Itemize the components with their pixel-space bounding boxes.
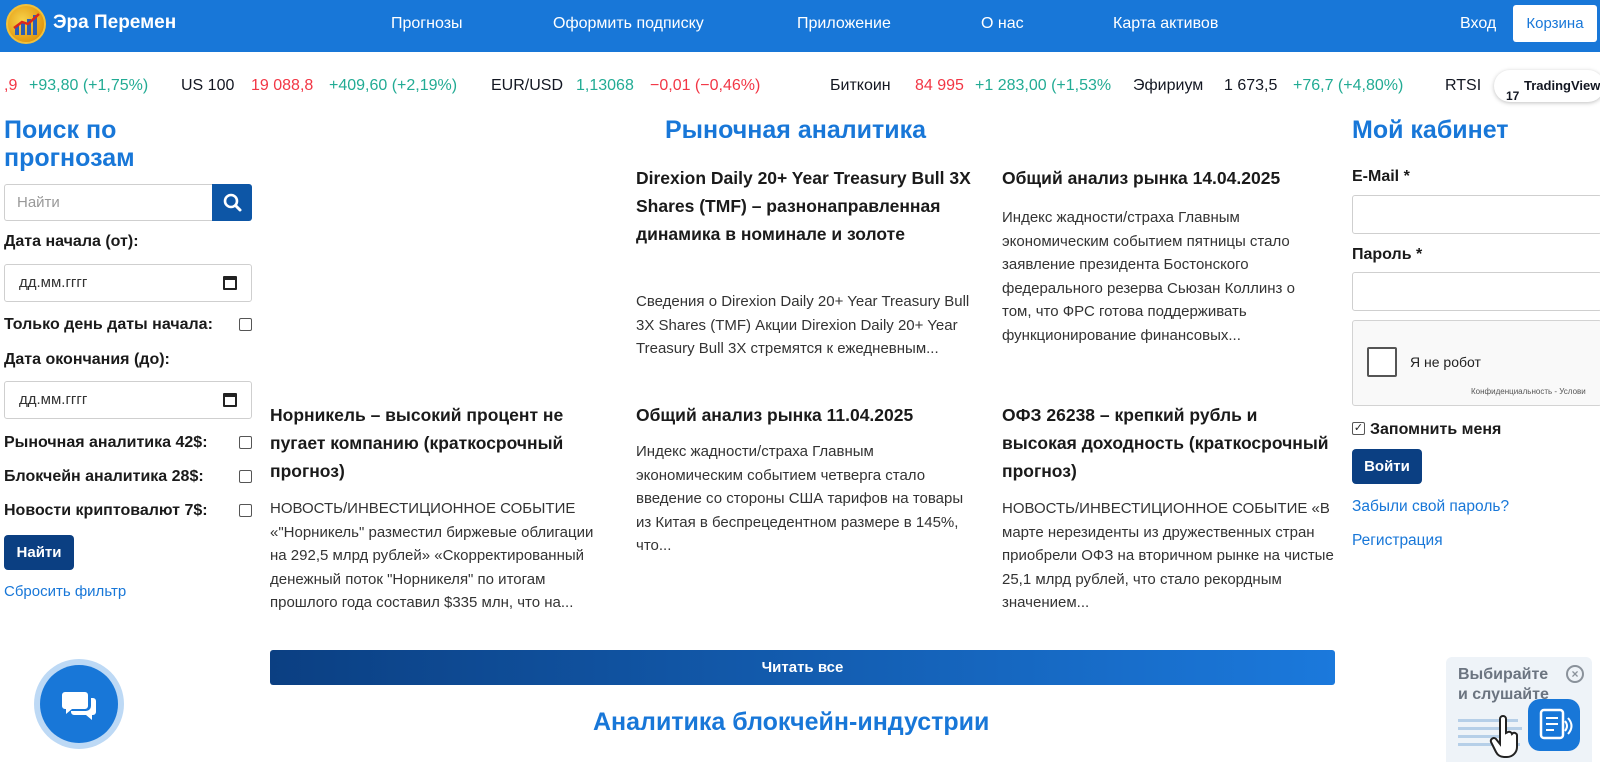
recaptcha-checkbox[interactable] (1367, 347, 1397, 377)
find-button[interactable]: Найти (4, 535, 74, 570)
ticker-price: 1 673,5 (1224, 77, 1278, 94)
remember-checkbox[interactable]: ✓ (1352, 422, 1365, 435)
read-all-button[interactable]: Читать все (270, 650, 1335, 685)
ticker-tape: ,9 +93,80 (+1,75%) US 100 19 088,8 +409,… (0, 66, 1600, 96)
nav-forecasts[interactable]: Прогнозы (391, 15, 463, 33)
ticker-price: ,9 (4, 77, 18, 94)
login-link[interactable]: Вход (1460, 15, 1496, 33)
ticker-change: +1 283,00 (+1,53% (975, 77, 1112, 94)
search-title: Поиск по прогнозам (4, 116, 135, 172)
ticker-change: +93,80 (+1,75%) (29, 77, 149, 94)
blockchain-title: Аналитика блокчейн-индустрии (593, 708, 990, 736)
calendar-icon[interactable] (223, 393, 237, 407)
close-icon[interactable]: × (1566, 665, 1584, 683)
ticker-price: 19 088,8 (251, 77, 314, 94)
date-placeholder: дд.мм.гггг (19, 274, 88, 291)
chat-icon (62, 692, 96, 720)
search-icon (223, 193, 242, 212)
article-excerpt: НОВОСТЬ/ИНВЕСТИЦИОННОЕ СОБЫТИЕ «"Норнике… (270, 500, 594, 611)
nav-assets-map[interactable]: Карта активов (1113, 15, 1218, 33)
filter-blockchain-checkbox[interactable] (239, 470, 252, 483)
filter-market-checkbox[interactable] (239, 436, 252, 449)
article-title[interactable]: Direxion Daily 20+ Year Treasury Bull 3X… (636, 164, 976, 248)
nav-app[interactable]: Приложение (797, 15, 891, 33)
ticker-name[interactable]: RTSI (1445, 77, 1481, 95)
only-start-day-checkbox[interactable] (239, 318, 252, 331)
ticker-change: −0,01 (−0,46%) (650, 77, 761, 94)
end-date-input[interactable]: дд.мм.гггг (4, 381, 252, 419)
only-start-day-label: Только день даты начала: (4, 316, 213, 333)
login-button[interactable]: Войти (1352, 449, 1422, 484)
ticker-price: 1,13068 (576, 77, 634, 94)
voice-widget-line: Выбирайте (1458, 666, 1549, 683)
end-date-label: Дата окончания (до): (4, 351, 170, 368)
remember-label: Запомнить меня (1370, 421, 1502, 438)
cart-button[interactable]: Корзина (1513, 5, 1597, 42)
recaptcha: Я не робот Конфиденциальность - Услови (1352, 320, 1600, 406)
recaptcha-label: Я не робот (1410, 354, 1481, 370)
ticker-change: +76,7 (+4,80%) (1293, 77, 1404, 94)
password-field[interactable] (1352, 272, 1600, 311)
article-title[interactable]: ОФЗ 26238 – крепкий рубль и высокая дохо… (1002, 401, 1332, 485)
ticker-name[interactable]: US 100 (181, 77, 234, 95)
start-date-input[interactable]: дд.мм.гггг (4, 264, 252, 302)
filter-market-label: Рыночная аналитика 42$: (4, 434, 208, 451)
article-title[interactable]: Норникель – высокий процент не пугает ко… (270, 401, 610, 485)
email-label: E-Mail * (1352, 168, 1410, 185)
tradingview-badge[interactable]: 17 TradingView (1494, 70, 1600, 103)
market-title: Рыночная аналитика (665, 116, 927, 144)
ticker-name[interactable]: Эфириум (1133, 77, 1203, 95)
chat-button[interactable] (40, 665, 118, 743)
brand-name[interactable]: Эра Перемен (53, 12, 176, 34)
search-button[interactable] (212, 184, 252, 221)
ticker-price: 84 995 (915, 77, 964, 94)
logo-icon[interactable] (6, 4, 46, 44)
cabinet-title: Мой кабинет (1352, 116, 1509, 144)
filter-crypto-label: Новости криптовалют 7$: (4, 502, 208, 519)
recaptcha-footer[interactable]: Конфиденциальность - Услови (1471, 387, 1586, 396)
search-input[interactable]: Найти (4, 184, 212, 221)
voice-widget[interactable]: Выбирайте и слушайте × (1446, 657, 1592, 762)
article-excerpt: НОВОСТЬ/ИНВЕСТИЦИОННОЕ СОБЫТИЕ «В марте … (1002, 500, 1334, 611)
start-date-label: Дата начала (от): (4, 233, 139, 250)
ticker-name[interactable]: Биткоин (830, 77, 891, 95)
ticker-name[interactable]: EUR/USD (491, 77, 563, 95)
tradingview-label: TradingView (1524, 78, 1600, 93)
date-placeholder: дд.мм.гггг (19, 391, 88, 408)
article-excerpt: Индекс жадности/страха Главным экономиче… (636, 443, 964, 554)
search-title-line: прогнозам (4, 144, 135, 172)
filter-blockchain-label: Блокчейн аналитика 28$: (4, 468, 204, 485)
calendar-icon[interactable] (223, 276, 237, 290)
site-header: Эра Перемен Прогнозы Оформить подписку П… (0, 0, 1600, 52)
register-link[interactable]: Регистрация (1352, 532, 1443, 550)
article-excerpt: Сведения о Direxion Daily 20+ Year Treas… (636, 293, 970, 357)
nav-subscribe[interactable]: Оформить подписку (553, 15, 704, 33)
article-excerpt: Индекс жадности/страха Главным экономиче… (1002, 209, 1295, 344)
password-label: Пароль * (1352, 246, 1423, 263)
tradingview-logo-icon: 17 (1506, 89, 1520, 103)
article-title[interactable]: Общий анализ рынка 11.04.2025 (636, 401, 976, 429)
reset-filter-link[interactable]: Сбросить фильтр (4, 583, 126, 600)
filter-crypto-checkbox[interactable] (239, 504, 252, 517)
nav-about[interactable]: О нас (981, 15, 1024, 33)
forgot-password-link[interactable]: Забыли свой пароль? (1352, 498, 1509, 516)
article-title[interactable]: Общий анализ рынка 14.04.2025 (1002, 164, 1342, 192)
pointer-hand-icon (1489, 715, 1518, 758)
search-title-line: Поиск по (4, 116, 117, 144)
email-field[interactable] (1352, 195, 1600, 234)
ticker-change: +409,60 (+2,19%) (329, 77, 458, 94)
listen-icon[interactable] (1528, 699, 1580, 751)
